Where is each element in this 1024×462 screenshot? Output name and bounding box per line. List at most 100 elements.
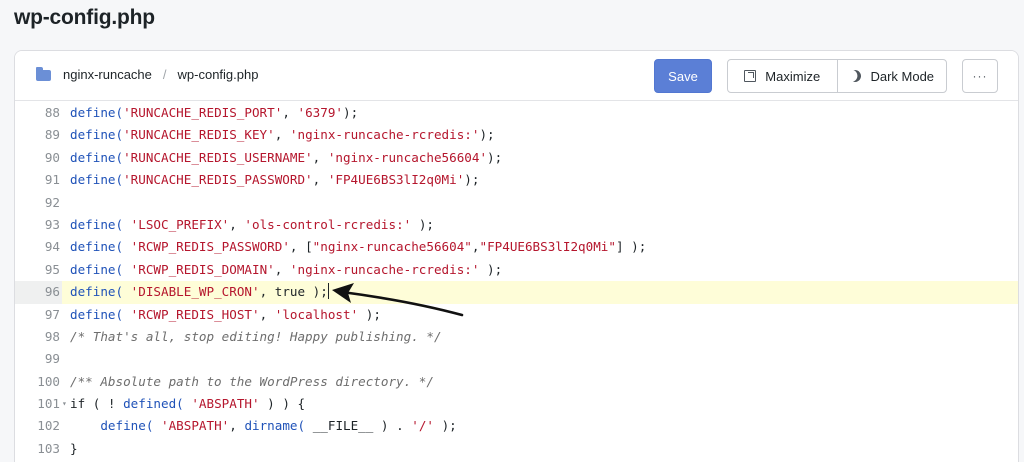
- line-number: 101: [37, 396, 60, 412]
- code-token: }: [70, 440, 78, 456]
- line-number: 92: [44, 194, 60, 210]
- code-line[interactable]: 93 define( 'LSOC_PREFIX', 'ols-control-rc…: [15, 214, 1018, 236]
- save-button[interactable]: Save: [654, 59, 712, 93]
- line-number: 97: [44, 306, 60, 322]
- code-text: }: [70, 438, 78, 460]
- page-title: wp-config.php: [14, 6, 155, 29]
- code-text: define('RUNCACHE_REDIS_PORT', '6379');: [70, 102, 358, 124]
- maximize-icon: [744, 70, 757, 82]
- code-token: );: [434, 418, 457, 434]
- code-line[interactable]: 96 define( 'DISABLE_WP_CRON', true );: [15, 281, 1018, 304]
- code-line[interactable]: 102 define( 'ABSPATH', dirname( __FILE__…: [15, 415, 1018, 437]
- code-line[interactable]: 91 define('RUNCACHE_REDIS_PASSWORD', 'FP4…: [15, 169, 1018, 191]
- code-text: define( 'LSOC_PREFIX', 'ols-control-rcre…: [70, 214, 434, 236]
- maximize-label: Maximize: [765, 68, 821, 84]
- more-options-button[interactable]: ···: [962, 59, 998, 93]
- code-token: 'ABSPATH': [161, 418, 230, 434]
- code-token: define(: [70, 149, 124, 165]
- code-token: ,: [312, 149, 328, 165]
- code-token: '6379': [297, 105, 343, 120]
- code-token: 'RUNCACHE_REDIS_PASSWORD': [123, 172, 313, 188]
- code-text: define('RUNCACHE_REDIS_USERNAME', 'nginx…: [70, 147, 502, 169]
- code-token: );: [487, 149, 503, 165]
- code-token: 'RUNCACHE_REDIS_KEY': [123, 127, 275, 143]
- line-number: 99: [44, 351, 60, 367]
- line-number: 88: [44, 105, 60, 120]
- fold-toggle-icon[interactable]: ▾: [62, 393, 70, 415]
- code-editor[interactable]: 88 define('RUNCACHE_REDIS_PORT', '6379');…: [15, 102, 1018, 460]
- text-cursor: [327, 283, 329, 300]
- code-token: 'RCWP_REDIS_PASSWORD': [130, 239, 290, 255]
- code-line[interactable]: 103}: [15, 438, 1018, 460]
- code-token: define(: [70, 105, 124, 120]
- code-token: define(: [70, 127, 124, 143]
- code-token: dirname(: [244, 418, 306, 434]
- code-token: define(: [100, 418, 154, 434]
- code-token: 'RCWP_REDIS_DOMAIN': [130, 261, 275, 277]
- code-token: '/': [411, 418, 435, 434]
- code-line[interactable]: 88 define('RUNCACHE_REDIS_PORT', '6379');: [15, 102, 1018, 124]
- code-line[interactable]: 98 /* That's all, stop editing! Happy pub…: [15, 326, 1018, 348]
- code-token: "FP4UE6BS3lI2q0Mi": [479, 239, 616, 255]
- code-line[interactable]: 101 ▾ if ( ! defined( 'ABSPATH' ) ) {: [15, 393, 1018, 415]
- code-token: ,: [274, 261, 290, 277]
- code-token: define(: [70, 216, 124, 232]
- code-token: );: [479, 127, 495, 143]
- code-token: ,: [274, 127, 290, 143]
- code-token: ) ) {: [259, 396, 306, 412]
- code-token: 'RCWP_REDIS_HOST': [130, 306, 260, 322]
- code-token: );: [464, 172, 480, 188]
- code-token: 'LSOC_PREFIX': [130, 216, 230, 232]
- code-text: define( 'ABSPATH', dirname( __FILE__ ) .…: [70, 415, 457, 437]
- line-number: 93: [44, 216, 60, 232]
- code-line[interactable]: 97 define( 'RCWP_REDIS_HOST', 'localhost'…: [15, 304, 1018, 326]
- code-token: 'ABSPATH': [191, 396, 260, 412]
- dark-mode-label: Dark Mode: [870, 68, 935, 84]
- code-token: ,: [229, 216, 245, 232]
- code-token: 'nginx-runcache-rcredis:': [289, 127, 480, 143]
- breadcrumb: nginx-runcache / wp-config.php: [36, 66, 258, 82]
- code-token: define(: [70, 239, 124, 255]
- code-line[interactable]: 94 define( 'RCWP_REDIS_PASSWORD', ["nginx…: [15, 236, 1018, 258]
- code-line[interactable]: 99: [15, 348, 1018, 370]
- code-token: 'nginx-runcache-rcredis:': [289, 261, 480, 277]
- code-text: /* That's all, stop editing! Happy publi…: [70, 326, 442, 348]
- line-number: 90: [44, 149, 60, 165]
- code-line[interactable]: 89 define('RUNCACHE_REDIS_KEY', 'nginx-ru…: [15, 124, 1018, 146]
- line-number: 102: [37, 418, 60, 434]
- code-token: define(: [70, 284, 124, 300]
- breadcrumb-separator: /: [162, 67, 167, 82]
- code-token: , true );: [259, 284, 328, 300]
- code-token: "nginx-runcache56604": [312, 239, 472, 255]
- code-token: 'RUNCACHE_REDIS_PORT': [123, 105, 283, 120]
- code-line[interactable]: 95 define( 'RCWP_REDIS_DOMAIN', 'nginx-ru…: [15, 259, 1018, 281]
- code-token: );: [411, 216, 434, 232]
- code-token: 'localhost': [274, 306, 359, 322]
- code-token: ,: [229, 418, 245, 434]
- code-token: ] );: [615, 239, 647, 255]
- code-token: );: [358, 306, 381, 322]
- code-line[interactable]: 92: [15, 192, 1018, 214]
- code-token: if ( !: [70, 396, 124, 412]
- breadcrumb-folder[interactable]: nginx-runcache: [63, 67, 152, 82]
- line-number: 100: [37, 373, 60, 389]
- code-token: , [: [289, 239, 313, 255]
- code-token: define(: [70, 261, 124, 277]
- line-number: 91: [44, 172, 60, 188]
- moon-icon: [847, 68, 863, 84]
- code-line[interactable]: 90 define('RUNCACHE_REDIS_USERNAME', 'ngi…: [15, 147, 1018, 169]
- maximize-button[interactable]: Maximize: [728, 60, 837, 92]
- code-token: /* That's all, stop editing! Happy publi…: [70, 328, 442, 344]
- code-line[interactable]: 100 /** Absolute path to the WordPress di…: [15, 371, 1018, 393]
- code-token: define(: [70, 306, 124, 322]
- code-token: 'DISABLE_WP_CRON': [130, 284, 260, 300]
- code-token: 'ols-control-rcredis:': [244, 216, 412, 232]
- code-token: 'nginx-runcache56604': [327, 149, 488, 165]
- code-token: defined(: [123, 396, 184, 412]
- dark-mode-button[interactable]: Dark Mode: [836, 60, 947, 92]
- file-editor-panel: nginx-runcache / wp-config.php Save Maxi…: [14, 50, 1019, 462]
- code-text: define( 'RCWP_REDIS_DOMAIN', 'nginx-runc…: [70, 259, 502, 281]
